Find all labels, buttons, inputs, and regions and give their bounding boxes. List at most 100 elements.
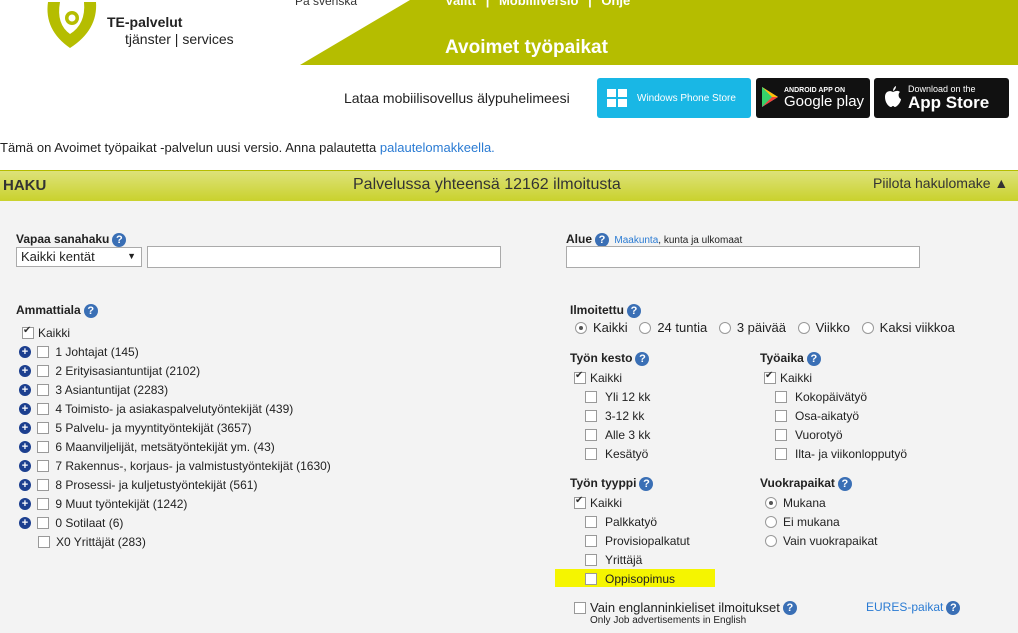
radio-published-3d[interactable] [718, 321, 731, 334]
checkbox[interactable] [37, 497, 50, 510]
help-icon[interactable]: ? [595, 232, 610, 247]
checkbox[interactable] [37, 478, 50, 491]
expand-plus-icon[interactable]: + [19, 478, 31, 491]
checkbox[interactable] [585, 553, 597, 566]
expand-plus-icon[interactable]: + [19, 421, 31, 434]
windows-store-button[interactable]: Windows Phone Store [597, 78, 751, 118]
eures-link-label[interactable]: EURES-paikat [866, 600, 943, 614]
checkbox[interactable] [775, 428, 787, 441]
list-item[interactable]: + 4 Toimisto- ja asiakaspalvelutyöntekij… [19, 401, 293, 416]
help-icon[interactable]: ? [806, 351, 821, 366]
te-logo-icon[interactable] [42, 0, 102, 52]
expand-plus-icon[interactable]: + [19, 345, 31, 358]
checkbox[interactable] [37, 440, 50, 453]
search-input[interactable] [147, 246, 501, 268]
checkbox[interactable] [574, 601, 586, 614]
list-item[interactable]: + 9 Muut työntekijät (1242) [19, 496, 187, 511]
rental-option[interactable]: Mukana [765, 495, 826, 510]
radio-published-24h[interactable] [639, 321, 652, 334]
checkbox[interactable] [585, 428, 597, 441]
help-icon[interactable]: ? [112, 232, 127, 247]
list-item[interactable]: + 1 Johtajat (145) [19, 344, 139, 359]
jobtype-all[interactable]: Kaikki [574, 495, 622, 510]
expand-plus-icon[interactable]: + [19, 383, 31, 396]
checkbox[interactable] [585, 572, 597, 585]
english-only[interactable]: Vain englanninkieliset ilmoitukset? [574, 599, 797, 615]
expand-plus-icon[interactable]: + [19, 440, 31, 453]
jobtype-item[interactable]: Yrittäjä [585, 552, 642, 567]
jobtype-item[interactable]: Provisiopalkatut [585, 533, 690, 548]
duration-item[interactable]: Yli 12 kk [585, 389, 650, 404]
duration-item[interactable]: Kesätyö [585, 446, 648, 461]
hide-form-toggle[interactable]: Piilota hakulomake ▲ [873, 175, 1008, 191]
field-select[interactable]: Kaikki kentät ▼ [16, 247, 142, 267]
jobtype-item-apprenticeship[interactable]: Oppisopimus [585, 571, 675, 586]
checkbox[interactable] [37, 383, 50, 396]
worktime-item[interactable]: Kokopäivätyö [775, 389, 867, 404]
checkbox[interactable] [22, 325, 34, 339]
top-link-valitt[interactable]: Valitt [445, 0, 476, 8]
region-link[interactable]: Maakunta [614, 235, 658, 246]
list-item[interactable]: + 6 Maanviljelijät, metsätyöntekijät ym.… [19, 439, 275, 454]
checkbox[interactable] [585, 409, 597, 422]
worktime-item[interactable]: Vuorotyö [775, 427, 843, 442]
checkbox[interactable] [775, 447, 787, 460]
help-icon[interactable]: ? [639, 476, 654, 491]
checkbox[interactable] [585, 534, 597, 547]
list-item[interactable]: + 0 Sotilaat (6) [19, 515, 123, 530]
checkbox[interactable] [764, 370, 776, 384]
radio-published-2w[interactable] [861, 321, 874, 334]
radio-rental-include[interactable] [765, 496, 777, 509]
feedback-link[interactable]: palautelomakkeella. [380, 140, 495, 155]
checkbox[interactable] [37, 459, 50, 472]
checkbox[interactable] [585, 390, 597, 403]
duration-all[interactable]: Kaikki [574, 370, 622, 385]
checkbox[interactable] [37, 364, 50, 377]
worktime-item[interactable]: Ilta- ja viikonlopputyö [775, 446, 907, 461]
rental-option[interactable]: Vain vuokrapaikat [765, 533, 878, 548]
checkbox[interactable] [585, 447, 597, 460]
duration-item[interactable]: Alle 3 kk [585, 427, 650, 442]
checkbox[interactable] [38, 535, 50, 548]
list-item[interactable]: X0 Yrittäjät (283) [38, 534, 146, 549]
checkbox[interactable] [585, 515, 597, 528]
google-play-button[interactable]: ANDROID APP ON Google play [756, 78, 870, 118]
expand-plus-icon[interactable]: + [19, 364, 31, 377]
expand-plus-icon[interactable]: + [19, 402, 31, 415]
help-icon[interactable]: ? [837, 476, 852, 491]
jobtype-item[interactable]: Palkkatyö [585, 514, 657, 529]
eures-link[interactable]: EURES-paikat? [866, 600, 961, 615]
checkbox[interactable] [37, 421, 50, 434]
expand-plus-icon[interactable]: + [19, 497, 31, 510]
worktime-item[interactable]: Osa-aikatyö [775, 408, 859, 423]
list-item[interactable]: + 5 Palvelu- ja myyntityöntekijät (3657) [19, 420, 251, 435]
checkbox[interactable] [37, 402, 50, 415]
checkbox[interactable] [775, 409, 787, 422]
checkbox[interactable] [775, 390, 787, 403]
top-link-mobile[interactable]: Mobiiliversio [499, 0, 578, 8]
list-item[interactable]: + 2 Erityisasiantuntijat (2102) [19, 363, 200, 378]
expand-plus-icon[interactable]: + [19, 516, 31, 529]
radio-rental-only[interactable] [765, 534, 777, 547]
radio-published-week[interactable] [797, 321, 810, 334]
list-item[interactable]: + 8 Prosessi- ja kuljetustyöntekijät (56… [19, 477, 257, 492]
radio-rental-exclude[interactable] [765, 515, 777, 528]
checkbox[interactable] [37, 516, 50, 529]
checkbox[interactable] [37, 345, 50, 358]
app-store-button[interactable]: Download on the App Store [874, 78, 1009, 118]
occupation-all[interactable]: Kaikki [22, 325, 70, 340]
checkbox[interactable] [574, 370, 586, 384]
radio-published-all[interactable] [575, 321, 587, 334]
swedish-link[interactable]: På svenska [295, 0, 357, 8]
help-icon[interactable]: ? [83, 303, 98, 318]
expand-plus-icon[interactable]: + [19, 459, 31, 472]
help-icon[interactable]: ? [782, 600, 797, 615]
area-input[interactable] [566, 246, 920, 268]
duration-item[interactable]: 3-12 kk [585, 408, 644, 423]
help-icon[interactable]: ? [627, 303, 641, 318]
help-icon[interactable]: ? [946, 600, 961, 615]
rental-option[interactable]: Ei mukana [765, 514, 840, 529]
help-icon[interactable]: ? [635, 351, 650, 366]
list-item[interactable]: + 3 Asiantuntijat (2283) [19, 382, 168, 397]
worktime-all[interactable]: Kaikki [764, 370, 812, 385]
